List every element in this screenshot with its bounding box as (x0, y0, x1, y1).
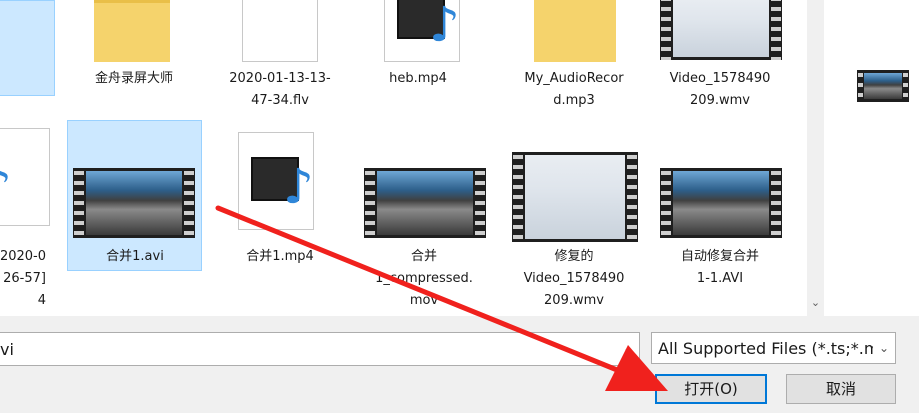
document-icon (242, 0, 318, 62)
file-item[interactable]: 修复的 Video_1578490 209.wmv (506, 128, 642, 313)
file-label: mov (409, 293, 439, 308)
preview-thumbnail (857, 70, 909, 102)
file-label: 2020-01-13-13- (229, 71, 331, 86)
file-label: Video_1578490 (669, 71, 771, 86)
file-label: 修复的 (554, 249, 594, 264)
file-item[interactable]: 2020-01-13-13- 47-34.flv (212, 0, 348, 120)
file-label: heb.mp4 (389, 71, 447, 86)
file-label: 合并1.mp4 (246, 249, 314, 264)
file-label: 26-57] (3, 271, 46, 286)
file-type-select[interactable]: All Supported Files (*.ts;*.mts ⌄ (651, 332, 896, 364)
music-note-icon: ♪ (283, 159, 314, 215)
file-item[interactable]: 自动修复合并 1-1.AVI (652, 128, 788, 293)
file-list[interactable]: 屏 金舟录屏大师 2020-01-13-13- 47-34.flv ♪ heb.… (0, 0, 807, 316)
file-label: 屏 (0, 68, 26, 90)
file-label: 1_compressed. (375, 271, 473, 286)
file-item[interactable]: My_AudioRecor d.mp3 (506, 0, 642, 120)
file-item[interactable]: 金舟录屏大师 (66, 0, 202, 100)
preview-pane (824, 0, 919, 316)
file-label: 209.wmv (690, 93, 750, 108)
file-label: 金舟录屏大师 (94, 71, 173, 86)
file-label: Video_1578490 (523, 271, 625, 286)
audio-file-icon: ♪ (0, 128, 50, 226)
file-item[interactable]: Video_1578490 209.wmv (652, 0, 788, 120)
music-note-icon: ♪ (0, 163, 12, 211)
file-item[interactable]: 屏 (0, 0, 26, 100)
folder-icon (94, 0, 170, 62)
file-label: 合并 (410, 249, 437, 264)
file-label: My_AudioRecor (524, 71, 624, 86)
file-label: 47-34.flv (251, 93, 309, 108)
file-item[interactable]: ♪ heb.mp4 (350, 0, 486, 100)
video-thumbnail (660, 168, 782, 238)
open-button[interactable]: 打开(O) (655, 374, 767, 404)
file-item[interactable]: 合并 1_compressed. mov (356, 128, 492, 313)
video-thumbnail (364, 168, 486, 238)
file-label: d.mp3 (553, 93, 595, 108)
video-thumbnail (73, 168, 195, 238)
chevron-down-icon[interactable]: ⌄ (623, 341, 633, 355)
vertical-scrollbar[interactable]: ⌄ (807, 0, 824, 316)
file-label: 2020-0 (0, 249, 46, 264)
video-file-icon: ♪ (238, 132, 314, 230)
filename-value: vi (0, 340, 14, 359)
file-label: 209.wmv (544, 293, 604, 308)
cancel-button[interactable]: 取消 (786, 374, 896, 404)
file-label: 自动修复合并 (680, 249, 759, 264)
file-label: 合并1.avi (106, 249, 164, 264)
chevron-down-icon[interactable]: ⌄ (809, 296, 822, 310)
video-thumbnail (512, 152, 638, 242)
music-note-icon: ♪ (429, 0, 460, 53)
folder-icon (534, 0, 616, 62)
video-file-icon: ♪ (384, 0, 460, 62)
file-type-value: All Supported Files (*.ts;*.mts (658, 339, 895, 358)
file-item[interactable]: ♪ 2020-0 26-57] 4 (0, 128, 50, 308)
video-thumbnail (660, 0, 782, 60)
file-item[interactable]: ♪ 合并1.mp4 (212, 128, 348, 268)
file-label: 4 (37, 293, 46, 308)
filename-input[interactable]: vi ⌄ (0, 332, 640, 366)
file-label: 1-1.AVI (696, 271, 744, 286)
chevron-down-icon[interactable]: ⌄ (873, 333, 895, 363)
file-item-selected[interactable]: 合并1.avi (67, 128, 203, 268)
